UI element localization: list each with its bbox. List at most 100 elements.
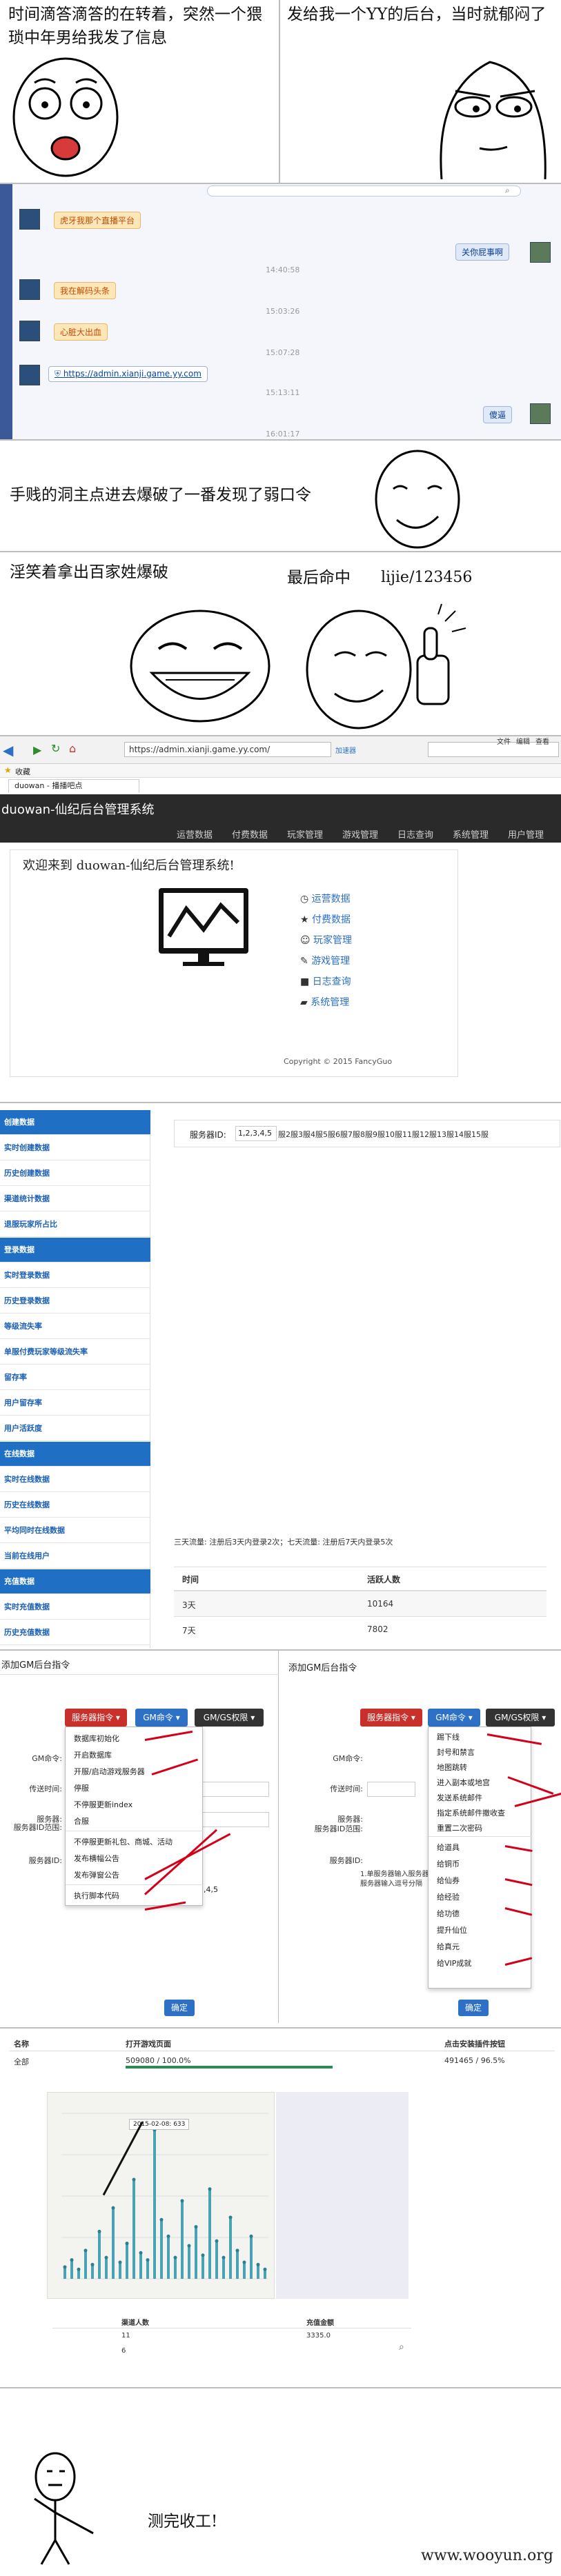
menu-item-hot-update-gifts[interactable]: 不停服更新礼包、商城、活动 [74, 1836, 173, 1847]
sidebar-item[interactable]: 历史登录数据 [0, 1289, 150, 1314]
sidebar-item[interactable]: 实时登录数据 [0, 1263, 150, 1288]
chart-point[interactable] [77, 2267, 81, 2271]
address-bar[interactable]: https://admin.xianji.game.yy.com/ [124, 742, 331, 757]
chart-point[interactable] [208, 2187, 212, 2191]
menu-item-recall-mail[interactable]: 指定系统邮件撤收查 [437, 1807, 505, 1818]
chart-bar[interactable] [236, 2250, 239, 2279]
chart-bar[interactable] [215, 2241, 218, 2279]
time-input[interactable] [367, 1782, 415, 1797]
gm-command-dropdown[interactable]: GM命令 ▾ [428, 1709, 480, 1727]
forward-icon[interactable]: ▶ [33, 743, 41, 756]
sidebar-section-header[interactable]: 在线数据 [0, 1442, 150, 1467]
sidebar-item[interactable]: 用户活跃度 [0, 1416, 150, 1441]
chart-point[interactable] [256, 2262, 260, 2266]
sidebar-item[interactable]: 平均同时在线数据 [0, 1518, 150, 1543]
chart-point[interactable] [201, 2253, 205, 2257]
gm-permission-dropdown[interactable]: GM/GS权限 ▾ [486, 1709, 555, 1727]
sidebar-section-header[interactable]: 充值数据 [0, 1569, 150, 1594]
chart-point[interactable] [139, 2251, 143, 2255]
sidebar-item[interactable]: 当前在线用户 [0, 1544, 150, 1569]
chart-bar[interactable] [229, 2217, 232, 2279]
sidebar-item[interactable]: 留存率 [0, 1365, 150, 1390]
chart-bar[interactable] [188, 2246, 190, 2279]
chart-point[interactable] [194, 2225, 198, 2229]
menu-item-give-copper[interactable]: 给铜币 [437, 1858, 460, 1869]
chat-search-bar[interactable] [207, 185, 521, 197]
chart-point[interactable] [132, 2177, 136, 2182]
time-input[interactable] [200, 1782, 269, 1797]
sidebar-item[interactable]: 实时在线数据 [0, 1467, 150, 1492]
chart-point[interactable] [249, 2234, 253, 2238]
sidebar-item[interactable]: 等级流失率 [0, 1314, 150, 1339]
chart-bar[interactable] [119, 2262, 121, 2279]
chart-point[interactable] [222, 2255, 226, 2260]
chart-bar[interactable] [70, 2260, 73, 2279]
sidebar-item[interactable]: 历史在线数据 [0, 1493, 150, 1518]
chart-bar[interactable] [243, 2262, 246, 2279]
chart-point[interactable] [215, 2239, 219, 2243]
sidebar-item[interactable]: 渠道统计数据 [0, 1187, 150, 1211]
favorites-label[interactable]: 收藏 [15, 766, 30, 777]
gm-command-dropdown[interactable]: GM命令 ▾ [135, 1709, 188, 1727]
menu-item-kick[interactable]: 踢下线 [437, 1731, 460, 1742]
chart-bar[interactable] [195, 2226, 197, 2279]
brand-title[interactable]: duowan-仙纪后台管理系统 [1, 800, 155, 818]
search-icon[interactable]: ⌕ [505, 185, 510, 196]
submit-button[interactable]: 确定 [164, 2000, 195, 2016]
quick-link-system[interactable]: ▰ 系统管理 [300, 995, 349, 1009]
chart-point[interactable] [83, 2248, 88, 2253]
chart-point[interactable] [166, 2234, 170, 2238]
chart-bar[interactable] [174, 2257, 177, 2279]
chat-link-bubble[interactable]: ⛨ https://admin.xianji.game.yy.com [48, 366, 208, 382]
back-icon[interactable]: ◀ [3, 742, 13, 758]
gm-permission-dropdown[interactable]: GM/GS权限 ▾ [195, 1709, 264, 1727]
quick-link-players[interactable]: ☺ 玩家管理 [300, 933, 352, 947]
menu-item-db-open[interactable]: 开启数据库 [74, 1749, 112, 1760]
nav-game[interactable]: 游戏管理 [342, 827, 378, 841]
sidebar-section-header[interactable]: 登录数据 [0, 1238, 150, 1262]
chart-point[interactable] [111, 2206, 115, 2210]
menu-item-ban[interactable]: 封号和禁言 [437, 1747, 475, 1758]
chart-bar[interactable] [250, 2236, 253, 2279]
menu-item-send-mail[interactable]: 发送系统邮件 [437, 1792, 482, 1803]
menu-item-give-merit[interactable]: 给功德 [437, 1908, 460, 1919]
chart-point[interactable] [235, 2248, 239, 2253]
chart-bar[interactable] [91, 2264, 94, 2279]
sidebar-item[interactable]: 单服付费玩家等级流失率 [0, 1340, 150, 1365]
chart-bar[interactable] [181, 2200, 184, 2279]
chart-point[interactable] [146, 2258, 150, 2262]
nav-players[interactable]: 玩家管理 [287, 827, 323, 841]
chart-point[interactable] [125, 2242, 129, 2246]
chart-point[interactable] [63, 2265, 67, 2269]
sidebar-item[interactable]: 退服玩家所占比 [0, 1212, 150, 1237]
menu-item-db-init[interactable]: 数据库初始化 [74, 1733, 119, 1744]
menu-item-stop-server[interactable]: 停服 [74, 1782, 89, 1793]
refresh-icon[interactable]: ↻ [51, 742, 60, 755]
chart-bar[interactable] [132, 2180, 135, 2279]
chart-point[interactable] [118, 2260, 122, 2264]
chart-point[interactable] [187, 2244, 191, 2248]
tab-active[interactable]: duowan - 播播吧点 [8, 779, 139, 793]
menu-item-reset-password[interactable]: 重置二次密码 [437, 1822, 482, 1833]
sidebar-item[interactable]: 实时创建数据 [0, 1136, 150, 1160]
chart-bar[interactable] [160, 2220, 163, 2279]
chart-bar[interactable] [126, 2243, 128, 2279]
chart-point[interactable] [70, 2258, 74, 2262]
chart-point[interactable] [104, 2255, 108, 2260]
chart-point[interactable] [263, 2267, 267, 2271]
nav-operations[interactable]: 运营数据 [177, 827, 213, 841]
menu-item-give-item[interactable]: 给道具 [437, 1842, 460, 1853]
menu-item-popup-notice[interactable]: 发布弹窗公告 [74, 1869, 119, 1880]
chart-point[interactable] [159, 2217, 164, 2222]
chart-bar[interactable] [257, 2264, 259, 2279]
admin-url-link[interactable]: https://admin.xianji.game.yy.com [63, 369, 201, 379]
menu-item-give-exp[interactable]: 给经验 [437, 1891, 460, 1902]
search-icon[interactable]: ⌕ [399, 2342, 404, 2353]
menu-item-give-vip[interactable]: 给VIP成就 [437, 1958, 471, 1969]
chart-bar[interactable] [84, 2250, 87, 2279]
chart-point[interactable] [180, 2199, 184, 2203]
menu-item-give-voucher[interactable]: 给仙券 [437, 1875, 460, 1886]
chart-bar[interactable] [201, 2255, 204, 2279]
menu-item-enter-dungeon[interactable]: 进入副本或地宫 [437, 1777, 490, 1788]
nav-system[interactable]: 系统管理 [453, 827, 489, 841]
